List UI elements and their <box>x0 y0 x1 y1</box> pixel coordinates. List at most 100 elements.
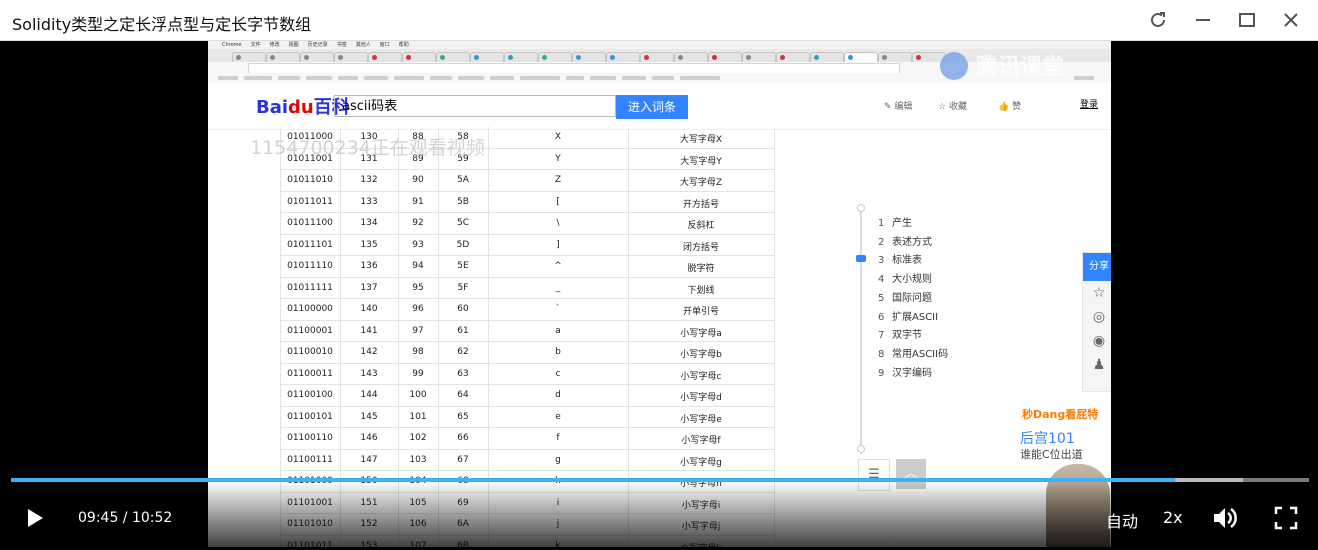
table-cell: 01011101 <box>287 239 333 250</box>
table-cell: 01011111 <box>287 282 333 293</box>
table-cell: 137 <box>360 282 378 293</box>
qzone-share-icon[interactable]: ☆ <box>1083 281 1111 305</box>
maximize-icon[interactable] <box>1225 0 1269 40</box>
table-cell: 64 <box>457 390 469 400</box>
table-cell: 小写字母b <box>680 350 722 360</box>
table-row: 01011100 134 92 5C \ 反斜杠 <box>280 213 774 235</box>
table-cell: 01100010 <box>287 347 333 357</box>
table-cell: 63 <box>457 368 469 379</box>
close-icon[interactable] <box>1269 0 1313 40</box>
table-row: 01011101 135 93 5D] 闭方括号 <box>280 235 774 256</box>
speed-button[interactable]: 2x <box>1163 508 1183 527</box>
table-cell: 94 <box>412 261 424 271</box>
table-cell: 小写字母e <box>680 414 722 425</box>
toc-item[interactable]: 4 大小规则 <box>878 270 932 285</box>
table-cell: 大写字母Y <box>680 156 722 167</box>
toc-current-marker <box>856 255 866 262</box>
table-row: 01100101 145 101 65 e 小写字母e <box>280 407 774 428</box>
edit-button[interactable]: ✎ 编辑 <box>884 99 912 112</box>
toc-dot <box>857 204 865 212</box>
table-row: 01100100 144 100 64 d 小写字母d <box>280 385 774 407</box>
video-player[interactable]: Chrome 文件 修改 视图 历史记录 书签 其他人 窗口 帮助 Baidu百… <box>3 41 1315 547</box>
table-cell: 小写字母a <box>680 328 722 339</box>
search-input[interactable]: ascii码表 <box>334 95 616 117</box>
table-cell: 91 <box>412 196 424 207</box>
fullscreen-icon[interactable] <box>1273 505 1299 531</box>
mac-menu-item: 修改 <box>269 42 280 48</box>
table-cell: 141 <box>360 325 378 336</box>
table-cell: 142 <box>360 347 378 357</box>
table-row: 01011010 132 90 5A Z 大写字母Z <box>280 170 774 192</box>
progress-fill <box>11 478 1176 482</box>
table-cell: 反斜杠 <box>687 221 715 231</box>
table-cell: 97 <box>412 325 424 336</box>
mac-menu-item: 书签 <box>336 42 347 48</box>
qq-share-icon[interactable]: ♟ <box>1083 353 1111 377</box>
table-cell: 01100101 <box>287 411 333 422</box>
table-cell: 5C <box>456 218 469 228</box>
table-cell: 01100001 <box>287 325 333 336</box>
enter-entry-button[interactable]: 进入词条 <box>616 95 688 119</box>
toc-item[interactable]: 8 常用ASCII码 <box>878 345 948 360</box>
toc-item[interactable]: 2 表述方式 <box>878 233 932 248</box>
table-cell: 60 <box>457 304 469 314</box>
table-cell: 66 <box>457 433 469 443</box>
wechat-share-icon[interactable]: ◉ <box>1083 329 1111 353</box>
share-button[interactable]: 分享 <box>1083 253 1111 281</box>
collect-button[interactable]: ☆ 收藏 <box>938 99 967 112</box>
table-cell: 92 <box>412 218 424 228</box>
table-cell: 下划线 <box>687 285 715 296</box>
mac-menu-item: 历史记录 <box>307 42 328 48</box>
toc-item[interactable]: 5 国际问题 <box>878 289 932 304</box>
table-cell: 144 <box>360 390 378 400</box>
table-cell: \ <box>556 218 560 228</box>
weibo-share-icon[interactable]: ◎ <box>1083 305 1111 329</box>
table-cell: d <box>555 390 561 400</box>
toc-item[interactable]: 3 标准表 <box>878 251 922 266</box>
table-cell: 01100111 <box>287 454 333 465</box>
table-cell: 5F <box>457 282 469 293</box>
table-cell: 01100011 <box>287 368 333 379</box>
like-button[interactable]: 👍 赞 <box>998 99 1021 112</box>
mac-menu-item: 窗口 <box>379 42 390 48</box>
table-cell: 98 <box>412 347 424 357</box>
table-cell: g <box>555 454 561 465</box>
watermark: 腾讯课堂 <box>976 55 1065 80</box>
table-cell: ` <box>555 304 561 314</box>
toc-item[interactable]: 1 产生 <box>878 214 912 229</box>
table-cell: 开单引号 <box>682 307 719 317</box>
table-cell: 133 <box>360 196 378 207</box>
table-cell: 大写字母Z <box>679 178 723 188</box>
volume-icon[interactable] <box>1210 503 1240 533</box>
mac-menu-item: Chrome <box>222 42 242 48</box>
toc-item[interactable]: 6 扩展ASCII <box>878 308 938 323</box>
mac-menu-item: 视图 <box>288 42 299 48</box>
login-link[interactable]: 登录 <box>1080 97 1098 110</box>
table-cell: 145 <box>360 411 378 422</box>
table-cell: 101 <box>409 411 427 422</box>
baidu-header: Baidu百科 ascii码表 进入词条 ✎ 编辑 ☆ 收藏 👍 赞 登录 <box>208 83 1111 130</box>
viewer-notice: 1154700234正在观看视频 <box>250 137 485 159</box>
table-row: 01100111 147 103 67 g 小写字母g <box>280 450 774 471</box>
table-cell: e <box>555 411 561 422</box>
progress-bar[interactable] <box>11 478 1309 482</box>
ad-title: 后宫101 <box>1020 431 1075 447</box>
table-cell: ] <box>556 239 560 250</box>
ad-brand: 秒Dang看屁特 <box>1022 408 1099 421</box>
table-cell: 65 <box>457 411 469 422</box>
table-cell: 小写字母g <box>680 457 722 468</box>
table-cell: Y <box>555 153 561 164</box>
toc-line <box>860 209 862 454</box>
quality-auto-button[interactable]: 自动 <box>1106 508 1138 532</box>
refresh-icon[interactable] <box>1136 0 1180 40</box>
toc-item[interactable]: 7 双字节 <box>878 326 922 341</box>
table-cell: 01011011 <box>287 196 333 207</box>
table-row: 01011111 137 95 5F _ 下划线 <box>280 278 774 299</box>
tencent-classroom-logo-icon <box>940 52 968 80</box>
play-icon[interactable] <box>25 507 45 534</box>
table-cell: 96 <box>412 304 424 314</box>
table-cell: 闭方括号 <box>682 242 719 253</box>
toc-item[interactable]: 9 汉字编码 <box>878 364 932 379</box>
minimize-icon[interactable] <box>1181 0 1225 40</box>
table-row: 01100011 143 99 63 c 小写字母c <box>280 364 774 385</box>
